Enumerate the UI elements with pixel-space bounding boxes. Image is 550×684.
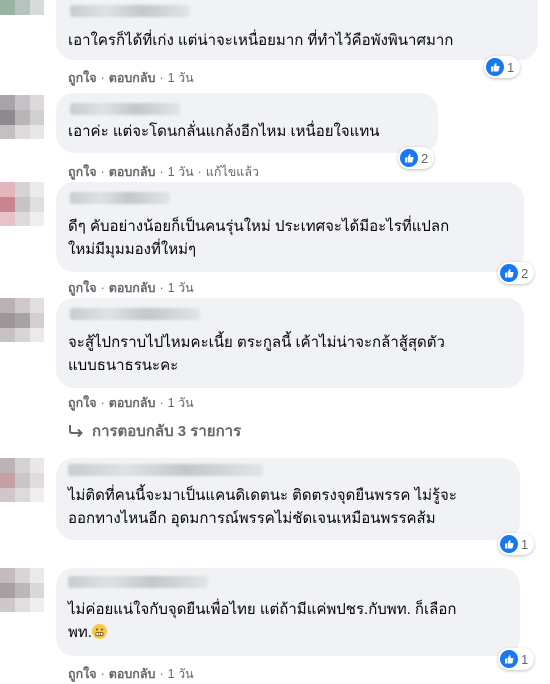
reply-arrow-icon [69,425,83,438]
reaction-count: 1 [507,59,515,75]
comment-actions: ถูกใจ · ตอบกลับ · 1 วัน · แก้ไขแล้ว [68,165,260,179]
author-name[interactable] [70,5,190,17]
author-name[interactable] [70,103,180,115]
comment-text-line-2: แบบธนาธรนะคะ [68,357,179,374]
reply-link[interactable]: ตอบกลับ [109,165,156,179]
comment-bubble: ดีๆ คับอย่างน้อยก็เป็นคนรุ่นใหม่ ประเทศจ… [56,182,524,272]
comment-actions: ถูกใจ · ตอบกลับ · 1 วัน [68,667,194,681]
author-name[interactable] [68,576,208,588]
replies-label[interactable]: การตอบกลับ 3 รายการ [92,419,241,443]
comment-text-line-1: ไม่ค่อยแน่ใจกับจุดยืนเพื่อไทย แต่ถ้ามีแค… [68,601,457,618]
timestamp[interactable]: 1 วัน [168,165,194,179]
comment-bubble: ไม่ค่อยแน่ใจกับจุดยืนเพื่อไทย แต่ถ้ามีแค… [56,568,520,656]
reaction-badge[interactable]: 2 [498,262,535,284]
like-link[interactable]: ถูกใจ [68,281,97,295]
like-icon [500,264,518,282]
reaction-badge[interactable]: 1 [484,56,521,78]
avatar[interactable] [0,95,44,139]
comment-bubble: จะสู้ไปกราบไปไหมคะเนี้ย ตระกูลนี้ เค้าไม… [56,298,524,388]
comment-bubble: ไม่ติดที่คนนี้จะมาเป็นแคนดิเดตนะ ติดตรงจ… [56,458,520,540]
like-icon [500,650,518,668]
avatar[interactable] [0,182,44,226]
reaction-count: 2 [521,265,529,281]
like-link[interactable]: ถูกใจ [68,667,97,681]
like-link[interactable]: ถูกใจ [68,396,97,410]
edited-label: แก้ไขแล้ว [205,165,260,179]
like-icon [500,535,518,553]
comment-text-line-1: ไม่ติดที่คนนี้จะมาเป็นแคนดิเดตนะ ติดตรงจ… [68,487,457,504]
timestamp[interactable]: 1 วัน [168,667,194,681]
comment-text-line-2: ใหม่มีมุมมองที่ใหม่ๆ [68,241,197,258]
grimacing-emoji-icon [91,624,107,639]
avatar[interactable] [0,568,44,612]
reaction-count: 2 [421,150,429,166]
reaction-badge[interactable]: 1 [498,533,535,555]
timestamp[interactable]: 1 วัน [168,396,194,410]
like-link[interactable]: ถูกใจ [68,165,97,179]
avatar[interactable] [0,458,44,502]
comment-bubble: เอาค่ะ แต่จะโดนกลั่นแกล้งอีกไหม เหนื่อยใ… [56,93,438,153]
comment-text-end: พท. [68,624,92,641]
comment-text-line-1: จะสู้ไปกราบไปไหมคะเนี้ย ตระกูลนี้ เค้าไม… [68,334,445,351]
reaction-badge[interactable]: 2 [398,147,435,169]
comment-actions: ถูกใจ · ตอบกลับ · 1 วัน [68,281,194,295]
timestamp[interactable]: 1 วัน [168,281,194,295]
avatar[interactable] [0,0,44,22]
avatar[interactable] [0,298,44,342]
like-link[interactable]: ถูกใจ [68,71,97,85]
reaction-badge[interactable]: 1 [498,648,535,670]
comment-text-line-1: ดีๆ คับอย่างน้อยก็เป็นคนรุ่นใหม่ ประเทศจ… [68,218,450,235]
comment-actions: ถูกใจ · ตอบกลับ · 1 วัน [68,396,194,410]
comment-text: เอาใครก็ได้ที่เก่ง แต่น่าจะเหนื่อยมาก ที… [68,32,454,49]
comment-text: เอาค่ะ แต่จะโดนกลั่นแกล้งอีกไหม เหนื่อยใ… [68,123,380,140]
timestamp[interactable]: 1 วัน [168,71,194,85]
reply-link[interactable]: ตอบกลับ [109,396,156,410]
reply-link[interactable]: ตอบกลับ [109,667,156,681]
like-icon [400,149,418,167]
like-icon [486,58,504,76]
author-name[interactable] [70,192,170,204]
reaction-count: 1 [521,651,529,667]
reaction-count: 1 [521,536,529,552]
comment-actions: ถูกใจ · ตอบกลับ · 1 วัน [68,71,194,85]
comment-text-line-2: พท. [68,622,107,644]
comment-bubble: เอาใครก็ได้ที่เก่ง แต่น่าจะเหนื่อยมาก ที… [56,0,538,60]
view-replies-button[interactable]: การตอบกลับ 3 รายการ [68,419,241,443]
author-name[interactable] [68,464,263,476]
reply-link[interactable]: ตอบกลับ [109,281,156,295]
author-name[interactable] [70,308,200,320]
comment-text-line-2: ออกทางไหนอีก อุดมการณ์พรรคไม่ชัดเจนเหมือ… [68,510,436,527]
reply-link[interactable]: ตอบกลับ [109,71,156,85]
